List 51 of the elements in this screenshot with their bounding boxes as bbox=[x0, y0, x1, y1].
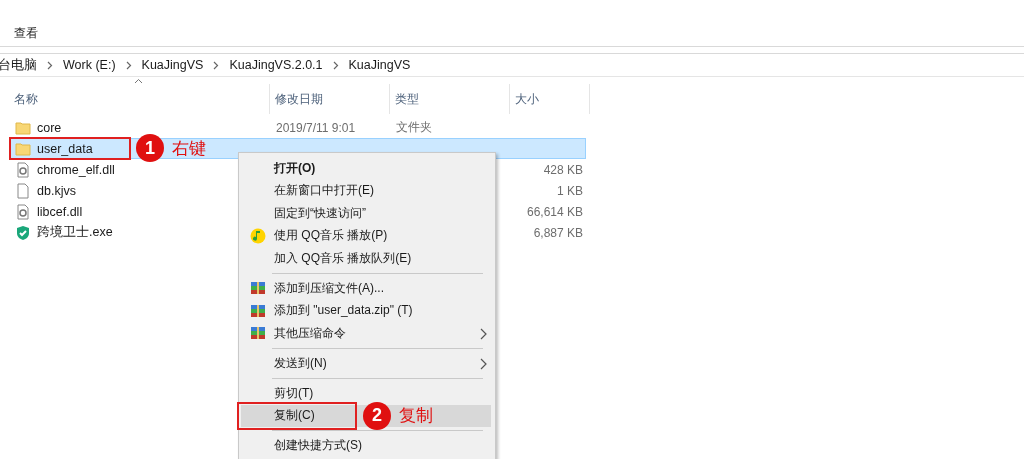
step-label: 复制 bbox=[399, 405, 433, 427]
stacked-books-icon bbox=[250, 280, 266, 296]
size-cell-text: 1 KB bbox=[556, 183, 584, 198]
size-cell-text: 6,887 KB bbox=[532, 225, 584, 240]
breadcrumb-item[interactable]: KuaJingVS bbox=[348, 58, 411, 72]
breadcrumb-item[interactable]: KuaJingVS.2.0.1 bbox=[229, 58, 323, 72]
file-name[interactable]: db.kjvs bbox=[37, 183, 76, 198]
chevron-right-icon bbox=[47, 60, 53, 70]
menu-item[interactable]: 加入 QQ音乐 播放队列(E) bbox=[241, 247, 493, 270]
shield-icon bbox=[15, 224, 31, 241]
menu-item[interactable]: 打开(O) bbox=[241, 157, 493, 180]
menu-item[interactable]: 添加到压缩文件(A)... bbox=[241, 277, 493, 300]
menu-item[interactable]: 添加到 "user_data.zip" (T) bbox=[241, 299, 493, 322]
size-cell-text: 428 KB bbox=[542, 162, 584, 177]
type-cell-text: 文件夹 bbox=[395, 119, 433, 136]
menu-item[interactable]: 固定到“快速访问” bbox=[241, 202, 493, 225]
file-name[interactable]: libcef.dll bbox=[37, 204, 83, 219]
file-name[interactable]: chrome_elf.dll bbox=[37, 162, 115, 177]
step-number-badge: 2 bbox=[363, 401, 391, 430]
column-header[interactable]: 大小 bbox=[510, 84, 590, 114]
folder-icon bbox=[15, 119, 31, 136]
column-header[interactable]: 名称 bbox=[0, 84, 270, 114]
step-label: 右键 bbox=[172, 137, 206, 160]
date-cell-text: 2019/7/11 9:01 bbox=[275, 120, 357, 135]
file-name[interactable]: user_data bbox=[37, 141, 93, 156]
chevron-right-icon bbox=[125, 60, 132, 70]
stacked-books-icon bbox=[250, 325, 266, 341]
menu-item[interactable]: 查看 bbox=[14, 25, 38, 42]
menu-item[interactable]: 发送到(N) bbox=[241, 352, 493, 375]
size-cell-text: 66,614 KB bbox=[525, 204, 584, 219]
file-name[interactable]: core bbox=[37, 120, 62, 135]
chevron-right-icon bbox=[332, 60, 339, 70]
stacked-books-icon bbox=[250, 302, 266, 319]
column-header[interactable]: 修改日期 bbox=[270, 84, 390, 114]
breadcrumb-item[interactable]: KuaJingVS bbox=[141, 58, 204, 72]
gear-file-icon bbox=[15, 203, 31, 220]
column-header[interactable]: 类型 bbox=[390, 84, 510, 114]
music-note-icon bbox=[250, 227, 266, 244]
chevron-right-icon bbox=[213, 60, 220, 70]
breadcrumb-item[interactable]: Work (E:) bbox=[63, 58, 116, 72]
sort-caret-icon bbox=[134, 78, 143, 84]
menu-item[interactable]: 在新窗口中打开(E) bbox=[241, 179, 493, 202]
file-name[interactable]: 跨境卫士.exe bbox=[37, 224, 113, 241]
menu-item[interactable]: 创建快捷方式(S) bbox=[241, 434, 493, 457]
step-number-badge: 1 bbox=[136, 134, 164, 162]
menu-item[interactable]: 使用 QQ音乐 播放(P) bbox=[241, 224, 493, 247]
breadcrumb-item[interactable]: 台电脑 bbox=[0, 56, 37, 74]
gear-file-icon bbox=[15, 161, 31, 178]
folder-icon bbox=[15, 140, 31, 157]
file-icon bbox=[15, 182, 31, 199]
menu-item[interactable]: 其他压缩命令 bbox=[241, 322, 493, 345]
